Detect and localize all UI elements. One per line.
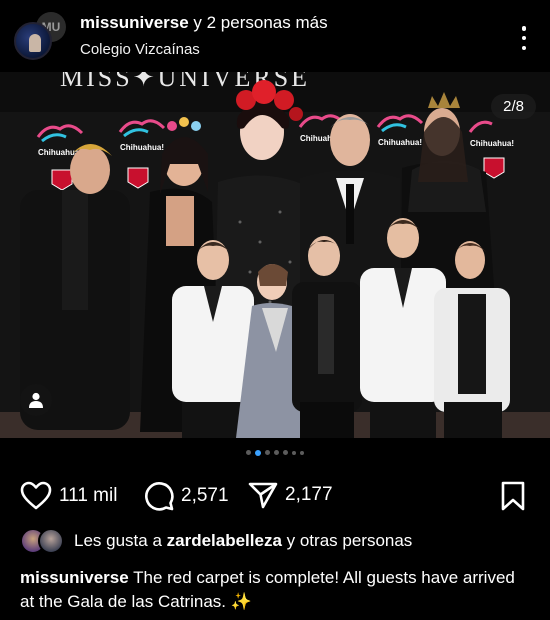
liker-avatar — [38, 528, 64, 554]
action-bar: 111 mil 2,571 2,177 — [0, 476, 550, 516]
paper-plane-icon — [248, 482, 278, 509]
author-username[interactable]: missuniverse — [80, 13, 189, 32]
liked-by-user[interactable]: zardelabelleza — [167, 531, 282, 550]
carousel-dot-active[interactable] — [255, 449, 261, 456]
sponsor-label: Chihuahua! — [378, 138, 422, 147]
carousel-dot[interactable] — [292, 450, 296, 455]
liked-by-prefix: Les gusta a — [74, 531, 167, 550]
author-line: missuniverse y 2 personas más — [80, 13, 328, 33]
user-tag-icon[interactable] — [20, 384, 52, 416]
event-photo-illustration: MISS✦UNIVERSE Chihuahua! Chihuahua! Chih… — [0, 72, 550, 438]
liked-by-row[interactable]: Les gusta a zardelabelleza y otras perso… — [20, 528, 412, 554]
caption-username[interactable]: missuniverse — [20, 568, 129, 587]
save-button[interactable] — [500, 481, 526, 516]
carousel-dot[interactable] — [265, 450, 270, 455]
more-options-icon[interactable] — [520, 26, 528, 50]
post-location[interactable]: Colegio Vizcaínas — [80, 41, 200, 58]
carousel-dot[interactable] — [283, 450, 288, 455]
carousel-dot[interactable] — [274, 450, 279, 455]
liked-by-text: Les gusta a zardelabelleza y otras perso… — [74, 531, 412, 551]
like-button[interactable]: 111 mil — [20, 481, 117, 510]
author-avatar[interactable] — [14, 22, 52, 60]
sponsor-label: Chihuahua! — [470, 139, 514, 148]
comment-button[interactable]: 2,571 — [144, 481, 229, 511]
sponsor-label: Chihuahua! — [120, 143, 164, 152]
share-button[interactable]: 2,177 — [248, 481, 333, 509]
post-header: MU missuniverse y 2 personas más Colegio… — [0, 0, 550, 72]
collab-text[interactable]: y 2 personas más — [189, 13, 327, 32]
carousel-dot[interactable] — [246, 450, 251, 455]
comment-bubble-icon — [145, 482, 174, 511]
comments-count[interactable]: 2,571 — [181, 485, 229, 507]
post-photo[interactable]: MISS✦UNIVERSE Chihuahua! Chihuahua! Chih… — [0, 72, 550, 438]
likes-count[interactable]: 111 mil — [59, 485, 117, 507]
carousel-indicator — [0, 449, 550, 456]
post-caption: missuniverse The red carpet is complete!… — [20, 566, 532, 614]
liked-by-suffix[interactable]: y otras personas — [282, 531, 413, 550]
heart-icon — [20, 481, 52, 510]
liked-by-avatars — [20, 528, 66, 554]
carousel-dot[interactable] — [300, 450, 304, 455]
slide-counter: 2/8 — [491, 94, 536, 119]
bookmark-icon — [501, 481, 525, 511]
shares-count[interactable]: 2,177 — [285, 484, 333, 506]
